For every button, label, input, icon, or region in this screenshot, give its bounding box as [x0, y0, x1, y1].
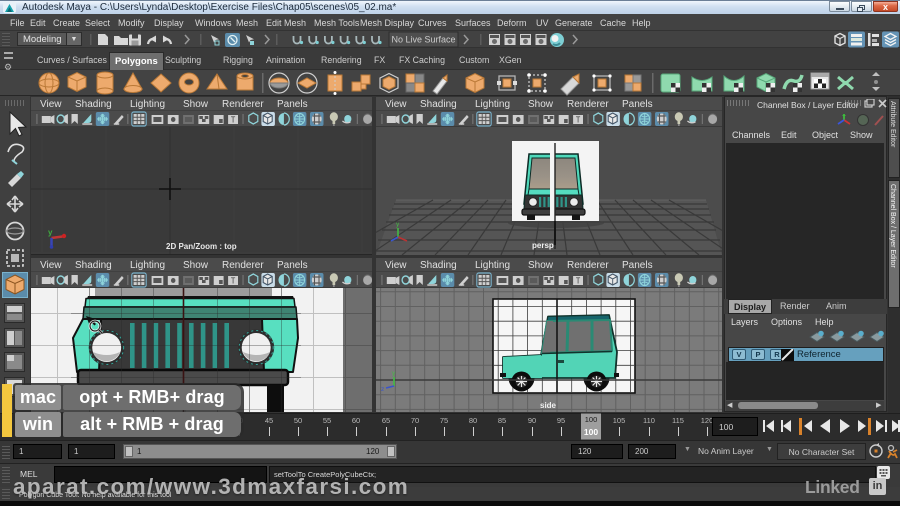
- svg-text:65: 65: [382, 416, 390, 425]
- svg-text:45: 45: [265, 416, 273, 425]
- svg-text:100: 100: [584, 427, 598, 437]
- svg-text:persp: persp: [532, 241, 554, 250]
- svg-text:No Live Surface: No Live Surface: [391, 35, 455, 45]
- svg-text:75: 75: [440, 416, 448, 425]
- svg-text:side: side: [540, 401, 557, 410]
- svg-text:105: 105: [613, 416, 626, 425]
- svg-text:110: 110: [643, 416, 655, 425]
- svg-text:95: 95: [557, 416, 565, 425]
- svg-text:50: 50: [294, 416, 302, 425]
- svg-text:90: 90: [528, 416, 536, 425]
- svg-text:70: 70: [411, 416, 419, 425]
- svg-text:T: T: [231, 115, 236, 124]
- svg-text:55: 55: [323, 416, 331, 425]
- svg-text:y: y: [48, 228, 53, 237]
- svg-text:T: T: [576, 276, 581, 285]
- svg-text:115: 115: [672, 416, 684, 425]
- svg-text:85: 85: [498, 416, 506, 425]
- svg-text:T: T: [231, 276, 236, 285]
- svg-text:80: 80: [469, 416, 477, 425]
- svg-text:2D Pan/Zoom : top: 2D Pan/Zoom : top: [166, 242, 237, 251]
- svg-text:60: 60: [352, 416, 360, 425]
- svg-text:100: 100: [585, 415, 598, 424]
- svg-text:T: T: [576, 115, 581, 124]
- svg-text:z: z: [381, 386, 384, 393]
